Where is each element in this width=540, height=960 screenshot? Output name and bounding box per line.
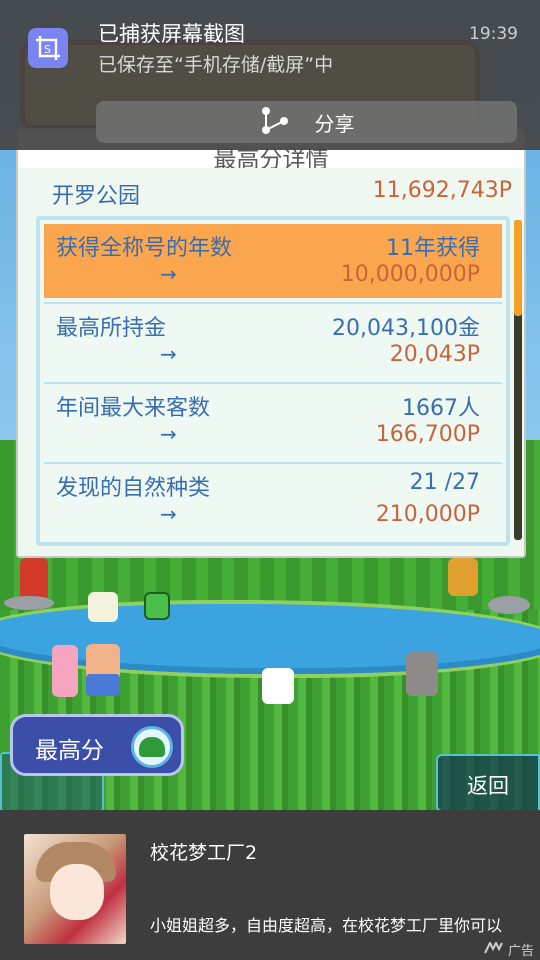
highscore-button[interactable]: 最高分 [10,714,184,776]
highscore-detail-dialog: 最高分详情 开罗公园 11,692,743P 获得全称号的年数 11年获得 → … [16,128,526,558]
highscore-label: 最高分 [35,738,104,764]
screenshot-notification[interactable]: S 已捕获屏幕截图 已保存至“手机存储/截屏”中 19:39 分享 [0,0,540,150]
item-value: 21 /27 [409,470,480,495]
rabbit-sprite [52,645,78,697]
pig-sprite [86,644,120,696]
arrow-icon: → [160,422,177,446]
ad-description[interactable]: 小姐姐超多，自由度超高，在校花梦工厂里你可以 [150,912,520,936]
notification-time: 19:39 [469,24,518,44]
item-label: 年间最大来客数 [56,396,211,421]
ad-title[interactable]: 校花梦工厂2 [150,838,257,865]
share-icon [259,105,289,139]
park-name: 开罗公园 [52,184,141,209]
item-label: 发现的自然种类 [56,476,211,501]
rock [488,596,530,614]
item-reward: 20,043P [389,342,480,367]
scrollbar-thumb[interactable] [514,220,522,316]
ad-tag-label: 广告 [507,944,534,959]
back-button[interactable]: 返回 [436,754,540,812]
tree-icon [131,726,173,768]
park-score: 11,692,743P [372,178,512,203]
ad-logo-icon [484,940,506,958]
arrow-icon: → [160,502,177,526]
svg-text:S: S [44,43,51,56]
chicken-sprite [262,668,294,704]
list-item[interactable]: 发现的自然种类 21 /27 → 210,000P [44,464,502,538]
item-label: 获得全称号的年数 [56,236,233,261]
share-button[interactable]: 分享 [96,101,517,143]
item-value: 1667人 [402,396,480,421]
list-scrollbar[interactable] [514,220,522,540]
item-label: 最高所持金 [56,316,167,341]
list-item[interactable]: 最高所持金 20,043,100金 → 20,043P [44,304,502,378]
ad-image[interactable] [24,834,126,944]
koala-sprite [406,652,438,696]
pond [0,604,540,674]
arrow-icon: → [160,262,177,286]
item-value: 11年获得 [386,236,480,261]
item-reward: 166,700P [375,422,480,447]
bear-sprite [448,558,478,596]
frog-sprite [144,592,170,620]
arrow-icon: → [160,342,177,366]
back-label: 返回 [467,774,509,798]
notification-subtitle: 已保存至“手机存储/截屏”中 [98,54,334,76]
ad-banner[interactable]: 校花梦工厂2 小姐姐超多，自由度超高，在校花梦工厂里你可以 广告 [0,810,540,960]
dialog-body: 开罗公园 11,692,743P 获得全称号的年数 11年获得 → 10,000… [18,168,524,556]
rock [4,596,54,610]
ad-tag: 广告 [484,940,534,959]
notification-title: 已捕获屏幕截图 [98,22,245,46]
item-value: 20,043,100金 [332,316,480,341]
item-reward: 10,000,000P [340,262,480,287]
item-reward: 210,000P [375,502,480,527]
share-label: 分享 [314,111,355,136]
duck-sprite [88,592,118,622]
park-score-row: 开罗公园 11,692,743P [52,178,512,214]
score-breakdown-list[interactable]: 获得全称号的年数 11年获得 → 10,000,000P 最高所持金 20,04… [36,216,510,546]
list-item[interactable]: 年间最大来客数 1667人 → 166,700P [44,384,502,458]
screenshot-icon: S [28,28,68,68]
list-item[interactable]: 获得全称号的年数 11年获得 → 10,000,000P [44,224,502,298]
